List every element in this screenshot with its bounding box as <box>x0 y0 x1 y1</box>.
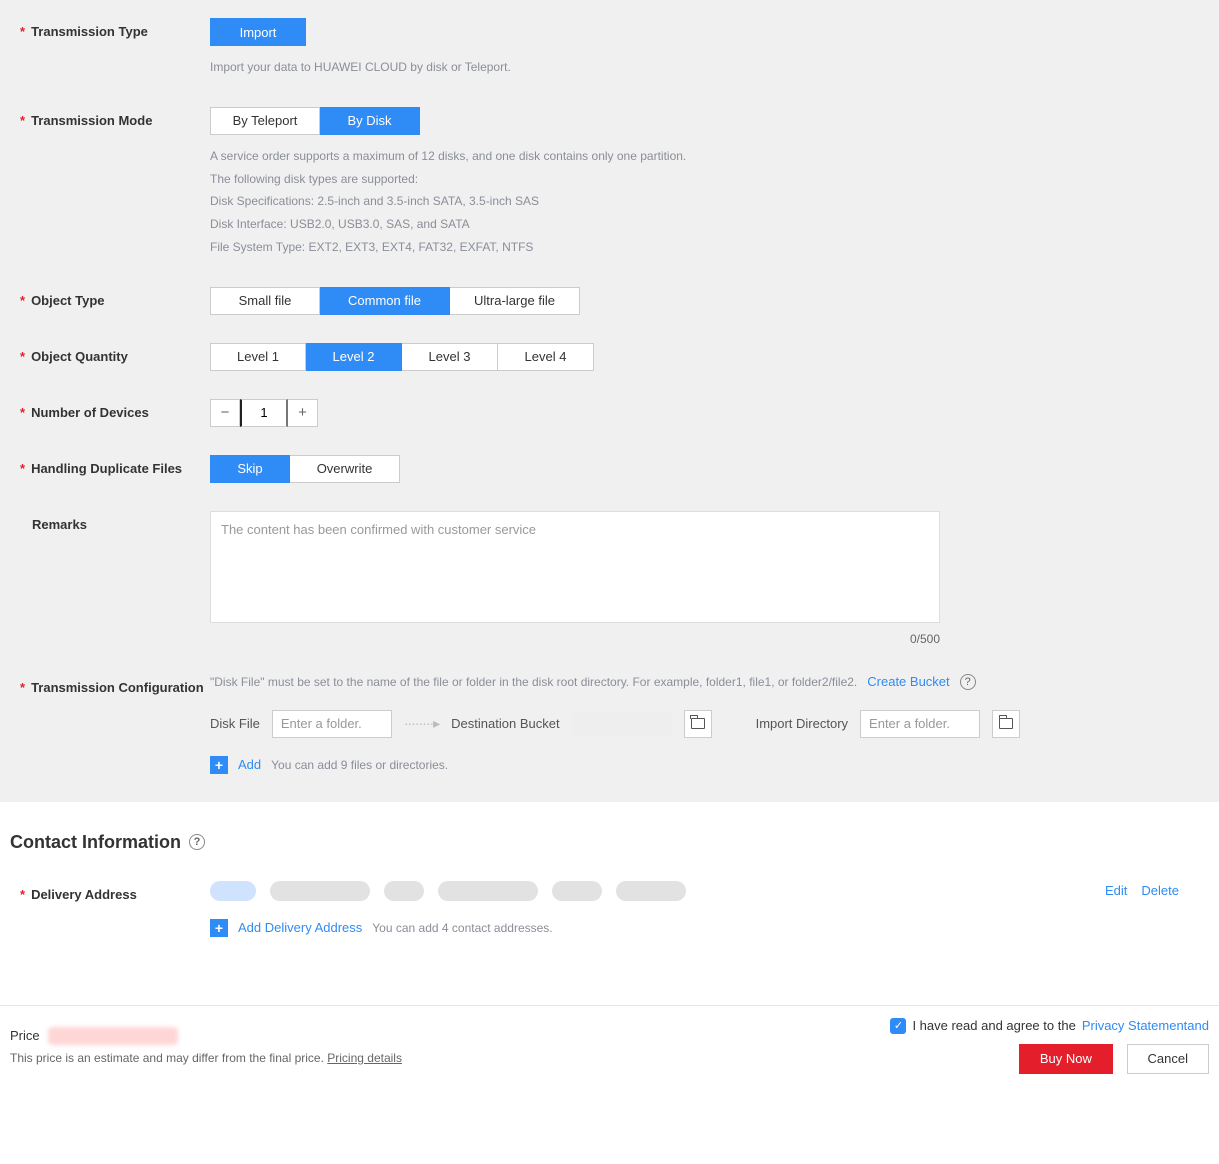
add-address-hint: You can add 4 contact addresses. <box>372 921 552 935</box>
transmission-type-hint: Import your data to HUAWEI CLOUD by disk… <box>210 56 1209 79</box>
devices-value[interactable] <box>240 399 288 427</box>
transmission-mode-label: Transmission Mode <box>31 113 152 128</box>
objtype-ultra[interactable]: Ultra-large file <box>450 287 580 315</box>
pricing-details-link[interactable]: Pricing details <box>327 1051 402 1065</box>
add-address-link[interactable]: Add Delivery Address <box>238 920 362 935</box>
objtype-small[interactable]: Small file <box>210 287 320 315</box>
delivery-label: Delivery Address <box>31 887 137 902</box>
remarks-label: Remarks <box>32 517 87 532</box>
price-hint: This price is an estimate and may differ… <box>10 1051 327 1065</box>
tconf-label: Transmission Configuration <box>31 680 204 695</box>
import-dir-picker[interactable] <box>992 710 1020 738</box>
tconf-add-hint: You can add 9 files or directories. <box>271 758 448 772</box>
mode-teleport[interactable]: By Teleport <box>210 107 320 135</box>
price-label: Price <box>10 1028 40 1043</box>
addr-delete-link[interactable]: Delete <box>1141 883 1179 898</box>
create-bucket-link[interactable]: Create Bucket <box>867 674 949 689</box>
qty-l1[interactable]: Level 1 <box>210 343 306 371</box>
tconf-add-link[interactable]: Add <box>238 757 261 772</box>
transmission-type-import[interactable]: Import <box>210 18 306 46</box>
addr-edit-link[interactable]: Edit <box>1105 883 1127 898</box>
tconf-desc: "Disk File" must be set to the name of t… <box>210 675 857 689</box>
remarks-textarea[interactable] <box>210 511 940 623</box>
qty-l4[interactable]: Level 4 <box>498 343 594 371</box>
plus-icon: + <box>210 756 228 774</box>
folder-icon <box>691 718 705 729</box>
transmission-type-label: Transmission Type <box>31 24 148 39</box>
remarks-counter: 0/500 <box>210 632 940 646</box>
import-dir-label: Import Directory <box>756 716 848 731</box>
devices-stepper: − + <box>210 399 318 427</box>
folder-icon <box>999 718 1013 729</box>
mode-disk[interactable]: By Disk <box>320 107 420 135</box>
import-dir-input[interactable] <box>860 710 980 738</box>
object-qty-label: Object Quantity <box>31 349 128 364</box>
dest-bucket-picker[interactable] <box>684 710 712 738</box>
dup-skip[interactable]: Skip <box>210 455 290 483</box>
contact-title: Contact Information <box>10 832 181 853</box>
cancel-button[interactable]: Cancel <box>1127 1044 1209 1074</box>
help-icon[interactable]: ? <box>960 674 976 690</box>
dup-label: Handling Duplicate Files <box>31 461 182 476</box>
disk-file-label: Disk File <box>210 716 260 731</box>
agree-checkbox[interactable]: ✓ <box>890 1018 906 1034</box>
qty-l2[interactable]: Level 2 <box>306 343 402 371</box>
plus-icon: + <box>210 919 228 937</box>
privacy-link[interactable]: Privacy Statementand <box>1082 1018 1209 1033</box>
disk-file-input[interactable] <box>272 710 392 738</box>
help-icon[interactable]: ? <box>189 834 205 850</box>
devices-label: Number of Devices <box>31 405 149 420</box>
object-type-label: Object Type <box>31 293 104 308</box>
dest-bucket-value <box>572 712 672 736</box>
delivery-address-value <box>210 881 686 901</box>
objtype-common[interactable]: Common file <box>320 287 450 315</box>
devices-minus[interactable]: − <box>210 399 240 427</box>
buy-now-button[interactable]: Buy Now <box>1019 1044 1113 1074</box>
agree-text: I have read and agree to the <box>912 1018 1075 1033</box>
dest-bucket-label: Destination Bucket <box>451 716 559 731</box>
devices-plus[interactable]: + <box>288 399 318 427</box>
arrow-icon: ········▸ <box>404 715 439 732</box>
transmission-mode-hint: A service order supports a maximum of 12… <box>210 145 1209 259</box>
qty-l3[interactable]: Level 3 <box>402 343 498 371</box>
price-value <box>48 1027 178 1045</box>
dup-overwrite[interactable]: Overwrite <box>290 455 400 483</box>
